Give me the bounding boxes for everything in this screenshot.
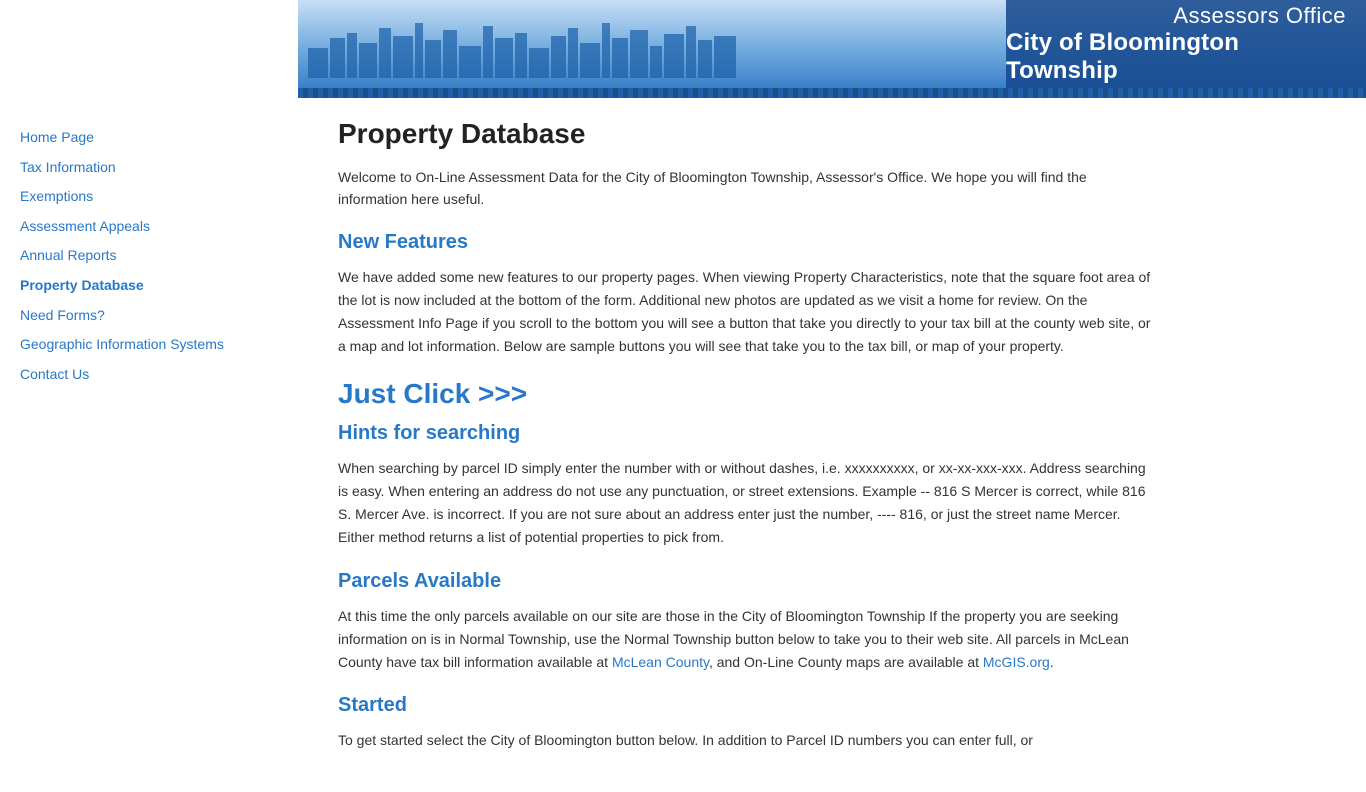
sidebar: Home Page Tax Information Exemptions Assess… [0,98,298,792]
header-stripe [298,88,1366,98]
section-body-parcels: At this time the only parcels available … [338,605,1158,674]
main-content: Property Database Welcome to On-Line Ass… [298,98,1198,792]
sidebar-nav-item-2[interactable]: Exemptions [20,187,278,207]
mclean-county-link[interactable]: McLean County [612,654,709,670]
section-heading-hints: Hints for searching [338,422,1158,445]
parcels-text-2: , and On-Line County maps are available … [709,654,983,670]
sidebar-nav-item-4[interactable]: Annual Reports [20,246,278,266]
banner-title-line1: Assessors Office [1173,3,1346,29]
sidebar-nav-item-5[interactable]: Property Database [20,276,278,296]
sidebar-nav-item-1[interactable]: Tax Information [20,158,278,178]
banner-title-line2: City of Bloomington Township [1006,29,1346,85]
skyline-decoration [308,18,1008,78]
section-heading-just-click: Just Click >>> [338,378,1158,410]
section-heading-started: Started [338,694,1158,717]
parcels-text-3: . [1050,654,1054,670]
sidebar-nav-item-8[interactable]: Contact Us [20,365,278,385]
sidebar-nav-item-3[interactable]: Assessment Appeals [20,217,278,237]
section-body-started: To get started select the City of Bloomi… [338,729,1158,752]
sidebar-nav: Home Page Tax Information Exemptions Assess… [20,128,278,384]
section-heading-new-features: New Features [338,231,1158,254]
sidebar-nav-item-7[interactable]: Geographic Information Systems [20,335,278,355]
section-body-hints: When searching by parcel ID simply enter… [338,457,1158,549]
page-title: Property Database [338,118,1158,150]
section-body-new-features: We have added some new features to our p… [338,266,1158,358]
intro-paragraph: Welcome to On-Line Assessment Data for t… [338,166,1158,211]
sidebar-nav-item-0[interactable]: Home Page [20,128,278,148]
mcgis-link[interactable]: McGIS.org [983,654,1050,670]
section-heading-parcels: Parcels Available [338,570,1158,593]
sidebar-nav-item-6[interactable]: Need Forms? [20,306,278,326]
